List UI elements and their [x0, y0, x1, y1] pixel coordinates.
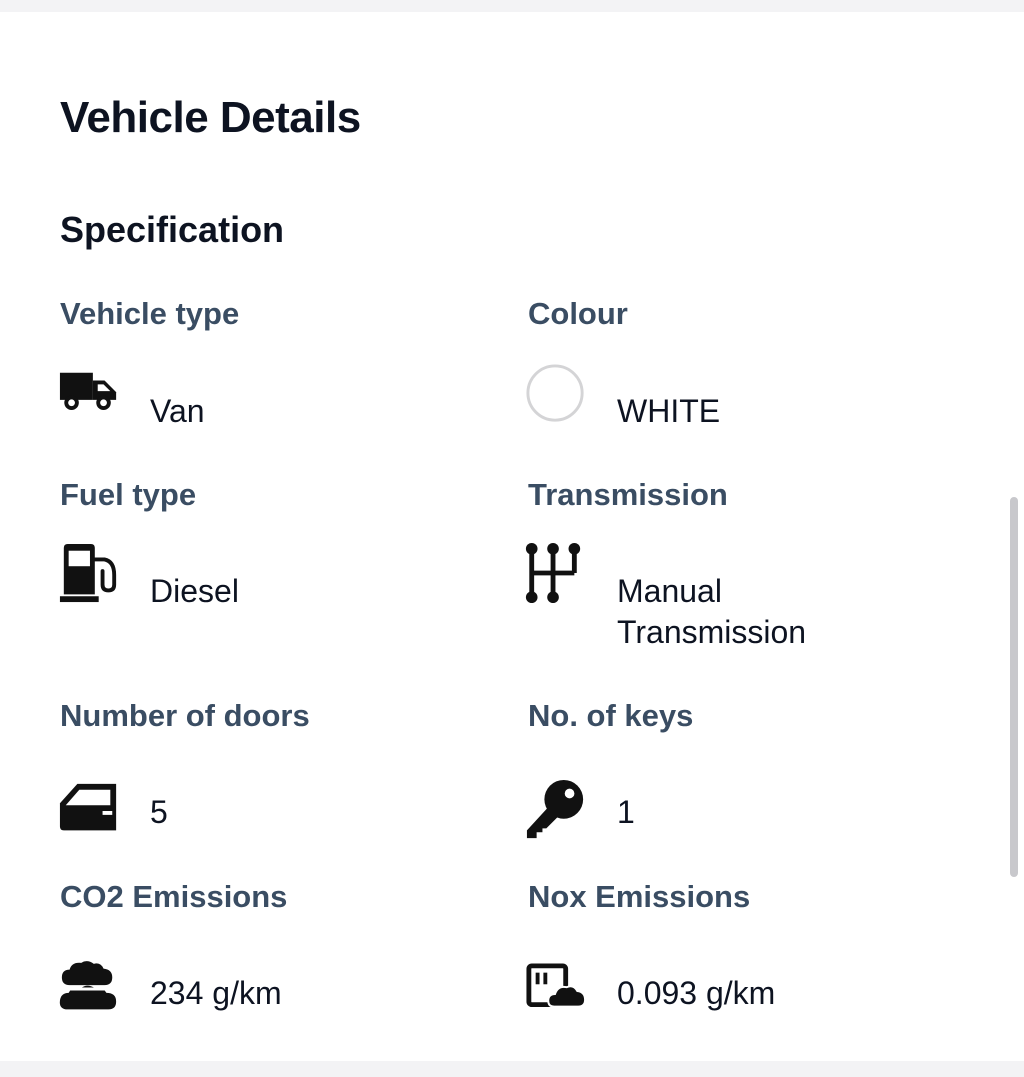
- cloud-emissions-icon: [58, 958, 120, 1020]
- key-icon: [525, 778, 587, 840]
- spec-label-fuel-type: Fuel type: [60, 477, 197, 512]
- specification-heading: Specification: [60, 209, 285, 250]
- spec-label-co2-emissions: CO2 Emissions: [60, 879, 288, 914]
- spec-value-number-of-doors: 5: [150, 794, 168, 830]
- spec-label-number-of-keys: No. of keys: [528, 698, 694, 733]
- van-icon: [58, 363, 120, 425]
- gear-shift-icon: [523, 542, 585, 604]
- spec-label-number-of-doors: Number of doors: [60, 698, 310, 733]
- top-edge: [0, 0, 1024, 12]
- vehicle-details-card: Vehicle Details Specification Vehicle ty…: [0, 12, 1024, 1061]
- spec-label-colour: Colour: [528, 296, 628, 331]
- spec-value-number-of-keys: 1: [617, 794, 635, 830]
- spec-value-co2-emissions: 234 g/km: [150, 975, 282, 1011]
- spec-label-transmission: Transmission: [528, 477, 728, 512]
- spec-value-fuel-type: Diesel: [150, 573, 239, 609]
- page-title: Vehicle Details: [60, 93, 361, 142]
- exhaust-emissions-icon: [525, 962, 587, 1024]
- spec-value-nox-emissions: 0.093 g/km: [617, 975, 776, 1011]
- scrollbar-thumb[interactable]: [1010, 497, 1018, 877]
- color-swatch-icon: [525, 363, 587, 425]
- car-door-icon: [58, 780, 120, 842]
- spec-value-vehicle-type: Van: [150, 393, 205, 429]
- fuel-pump-icon: [58, 542, 120, 604]
- spec-label-vehicle-type: Vehicle type: [60, 296, 240, 331]
- bottom-edge: [0, 1061, 1024, 1077]
- spec-value-colour: WHITE: [617, 393, 721, 429]
- spec-value-transmission: Manual Transmission: [617, 573, 807, 650]
- spec-label-nox-emissions: Nox Emissions: [528, 879, 751, 914]
